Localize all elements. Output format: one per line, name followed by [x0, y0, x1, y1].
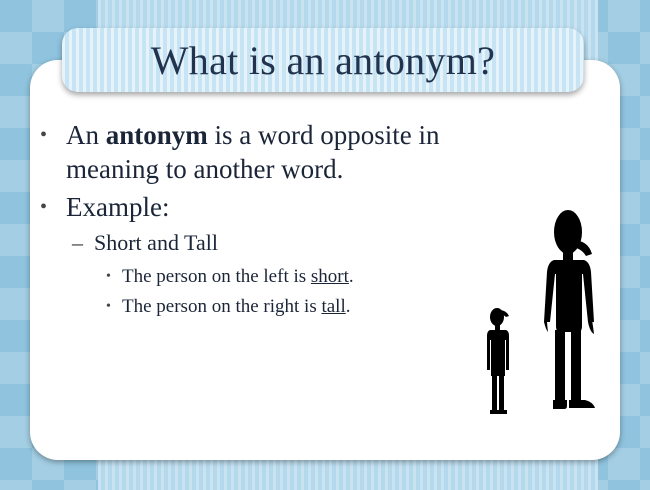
bullet-list: • An antonym is a word opposite in meani… — [40, 118, 520, 322]
right-person-text: The person on the right is — [122, 296, 322, 317]
dash-icon: – — [72, 230, 83, 255]
bullet-dot-icon: • — [106, 299, 111, 314]
definition-text-start: An — [66, 120, 106, 150]
bullet-definition: • An antonym is a word opposite in meani… — [40, 118, 520, 186]
sub-sub-bullet-right: • The person on the right is tall. — [40, 292, 520, 322]
short-word: short — [310, 266, 349, 287]
tall-word: tall — [321, 296, 346, 317]
right-person-period: . — [345, 296, 351, 317]
definition-keyword: antonym — [105, 120, 208, 150]
tall-person-silhouette-icon — [544, 210, 595, 409]
bullet-dot-icon: • — [106, 269, 111, 284]
bullet-dot-icon: • — [40, 196, 48, 218]
bullet-example: • Example: — [40, 190, 520, 224]
sub-bullet-text: Short and Tall — [94, 230, 218, 255]
left-person-text: The person on the left is — [122, 266, 311, 287]
example-label: Example: — [66, 192, 170, 222]
left-person-period: . — [348, 266, 354, 287]
sub-sub-bullet-left: • The person on the left is short. — [40, 262, 520, 292]
sub-bullet: – Short and Tall — [40, 228, 520, 258]
slide-title: What is an antonym? — [150, 37, 496, 83]
short-person-silhouette-icon — [487, 308, 509, 414]
bullet-dot-icon: • — [40, 124, 48, 146]
title-bar: What is an antonym? — [62, 28, 584, 92]
